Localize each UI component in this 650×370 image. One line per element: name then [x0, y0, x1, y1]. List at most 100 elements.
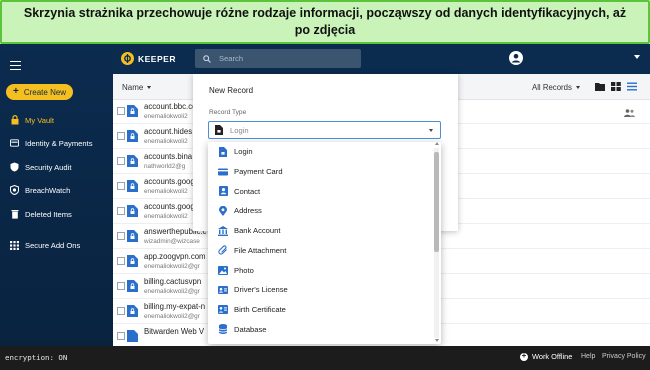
menu-icon[interactable] — [10, 61, 21, 70]
dialog-title: New Record — [209, 86, 254, 95]
option-database[interactable]: Database — [208, 319, 432, 339]
folder-icon[interactable] — [595, 82, 605, 91]
account-icon[interactable] — [509, 51, 523, 65]
plus-icon: + — [13, 86, 19, 97]
row-checkbox[interactable] — [117, 232, 125, 240]
login-record-icon — [127, 155, 138, 167]
bank-icon — [218, 225, 228, 236]
record-title: billing.my-expat-n — [144, 302, 206, 311]
sidebar-item-label: Secure Add Ons — [25, 240, 81, 250]
sidebar-item-my-vault[interactable]: My Vault — [10, 113, 54, 127]
login-icon — [215, 125, 223, 135]
option-payment-card[interactable]: Payment Card — [208, 162, 432, 182]
record-title: app.zoogvpn.com — [144, 252, 206, 261]
record-title: accounts.goog — [144, 202, 195, 211]
record-subtitle: nathworld2@g — [144, 163, 186, 170]
option-login[interactable]: Login — [208, 142, 432, 162]
paperclip-icon — [218, 245, 228, 255]
options-scrollbar[interactable] — [434, 148, 439, 338]
banner-text: Skrzynia strażnika przechowuje różne rod… — [23, 6, 627, 37]
row-checkbox[interactable] — [117, 182, 125, 190]
record-title: billing.cactusvpn — [144, 277, 202, 286]
option-drivers-license[interactable]: Driver's License — [208, 280, 432, 300]
record-title: Bitwarden Web V — [144, 327, 205, 336]
record-title: accounts.bina — [144, 152, 193, 161]
record-subtitle: enemaliokwoli2 — [144, 113, 188, 120]
record-subtitle: enemaliokwoli2@gr — [144, 288, 200, 295]
records-filter-label: All Records — [532, 83, 572, 92]
login-record-icon — [127, 105, 138, 117]
database-icon — [218, 324, 228, 335]
sidebar-item-breachwatch[interactable]: BreachWatch — [10, 183, 70, 197]
row-checkbox[interactable] — [117, 132, 125, 140]
option-contact[interactable]: Contact — [208, 181, 432, 201]
login-record-icon — [127, 130, 138, 142]
scroll-down-arrow-icon[interactable] — [435, 339, 439, 342]
record-type-value: Login — [230, 125, 249, 135]
scroll-up-arrow-icon[interactable] — [435, 142, 439, 145]
option-label: Photo — [234, 265, 254, 275]
row-checkbox[interactable] — [117, 157, 125, 165]
sidebar-item-identity-payments[interactable]: Identity & Payments — [10, 136, 93, 150]
row-checkbox[interactable] — [117, 282, 125, 290]
name-column-sort[interactable]: Name — [122, 83, 152, 92]
login-record-icon — [127, 330, 138, 342]
keeper-logo[interactable]: KEEPER — [121, 52, 176, 65]
sidebar-item-security-audit[interactable]: Security Audit — [10, 160, 71, 174]
option-label: File Attachment — [234, 245, 287, 255]
search-input[interactable]: Search — [195, 49, 361, 68]
trash-icon — [10, 209, 19, 219]
chevron-down-icon — [147, 86, 152, 89]
record-subtitle: enemaliokwoli2@gr — [144, 313, 200, 320]
option-file-attachment[interactable]: File Attachment — [208, 241, 432, 261]
record-subtitle: enemaliokwoli2 — [144, 138, 188, 145]
work-offline-button[interactable]: Work Offline — [520, 351, 572, 361]
list-view-icon[interactable] — [627, 82, 637, 91]
row-checkbox[interactable] — [117, 307, 125, 315]
license-icon — [218, 285, 228, 295]
record-title: accounts.goog — [144, 177, 195, 186]
option-bank-account[interactable]: Bank Account — [208, 221, 432, 241]
shared-users-icon — [624, 109, 635, 117]
sidebar-item-label: BreachWatch — [25, 185, 71, 195]
record-type-label: Record Type — [209, 109, 247, 116]
row-checkbox[interactable] — [117, 107, 125, 115]
option-address[interactable]: Address — [208, 201, 432, 221]
scrollbar-thumb[interactable] — [434, 152, 439, 252]
option-photo[interactable]: Photo — [208, 260, 432, 280]
photo-icon — [218, 265, 228, 275]
sidebar-item-label: Security Audit — [25, 162, 72, 172]
option-label: Birth Certificate — [234, 304, 286, 314]
row-checkbox[interactable] — [117, 257, 125, 265]
sidebar-item-secure-add-ons[interactable]: Secure Add Ons — [10, 238, 80, 252]
account-menu-chevron-icon[interactable] — [634, 55, 640, 59]
status-bar: encryption: ON Work Offline Help Privacy… — [0, 346, 650, 370]
sidebar-item-label: My Vault — [25, 115, 54, 125]
login-record-icon — [127, 205, 138, 217]
row-checkbox[interactable] — [117, 332, 125, 340]
record-type-select[interactable]: Login — [208, 121, 441, 139]
caption-banner: Skrzynia strażnika przechowuje różne rod… — [0, 0, 650, 44]
location-pin-icon — [218, 205, 228, 216]
chevron-down-icon — [429, 129, 433, 132]
contact-icon — [218, 186, 228, 197]
record-subtitle: wizadmin@wizcase — [144, 238, 200, 245]
grid-view-icon[interactable] — [611, 82, 621, 91]
option-birth-certificate[interactable]: Birth Certificate — [208, 300, 432, 320]
row-checkbox[interactable] — [117, 207, 125, 215]
option-label: Database — [234, 324, 267, 334]
help-link[interactable]: Help — [581, 353, 595, 360]
breachwatch-icon — [10, 185, 19, 195]
records-filter-dropdown[interactable]: All Records — [532, 83, 580, 92]
keeper-logo-text: KEEPER — [138, 53, 176, 64]
lock-icon — [10, 115, 19, 125]
login-record-icon — [127, 255, 138, 267]
record-title: account.bbc.co — [144, 102, 197, 111]
privacy-policy-link[interactable]: Privacy Policy — [602, 353, 646, 360]
sidebar-item-deleted-items[interactable]: Deleted Items — [10, 207, 72, 221]
credit-card-icon — [218, 167, 228, 177]
create-new-button[interactable]: + Create New — [6, 84, 73, 100]
option-label: Bank Account — [234, 226, 281, 236]
keeper-logo-icon — [121, 52, 134, 65]
grid-icon — [10, 240, 19, 250]
